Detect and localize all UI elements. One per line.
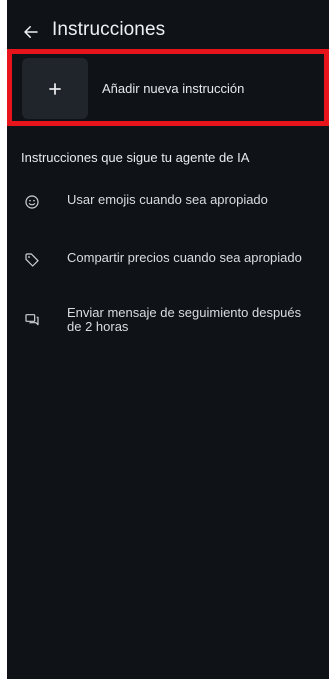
add-instruction-label: Añadir nueva instrucción [102, 81, 245, 96]
instruction-item-prices[interactable]: Compartir precios cuando sea apropiado [21, 251, 321, 269]
instruction-text: Compartir precios cuando sea apropiado [67, 250, 302, 265]
instruction-item-follow-up[interactable]: Enviar mensaje de seguimiento después de… [21, 306, 321, 334]
plus-icon [49, 82, 61, 95]
app-bar: Instrucciones [7, 10, 329, 50]
add-instruction-tile[interactable] [22, 58, 88, 119]
instruction-item-emojis[interactable]: Usar emojis cuando sea apropiado [21, 193, 321, 211]
instruction-text: Enviar mensaje de seguimiento después de… [67, 305, 302, 334]
instructions-screen: Instrucciones Añadir nueva instrucción I… [7, 0, 329, 679]
tag-icon [23, 251, 41, 269]
back-button[interactable] [19, 20, 43, 44]
smiley-icon [23, 193, 41, 211]
page-title: Instrucciones [52, 19, 166, 40]
chat-icon [23, 311, 41, 329]
arrow-left-icon [24, 26, 38, 38]
instruction-text: Usar emojis cuando sea apropiado [67, 192, 268, 207]
section-title: Instrucciones que sigue tu agente de IA [21, 150, 250, 165]
add-instruction-button[interactable]: Añadir nueva instrucción [22, 58, 324, 119]
